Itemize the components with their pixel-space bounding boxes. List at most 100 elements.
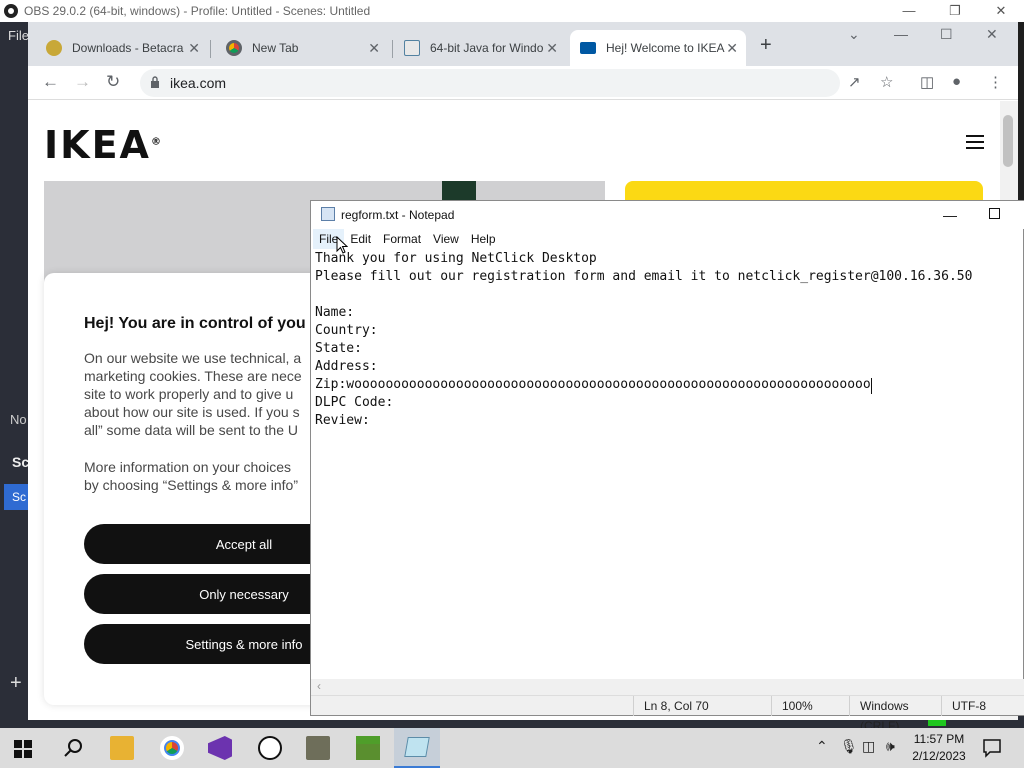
clock-time: 11:57 PM	[913, 732, 965, 746]
obs-scenes-heading: Sc	[12, 454, 30, 470]
cookie-text-line: about how our site is used. If you s	[84, 404, 300, 420]
notepad-title: regform.txt - Notepad	[341, 208, 455, 222]
browser-toolbar: ← → ↻ ikea.com ↗ ☆ ◫ ● ⋮	[28, 66, 1018, 100]
back-icon[interactable]: ←	[42, 72, 59, 92]
cookie-text-line: marketing cookies. These are nece	[84, 368, 302, 384]
tab-label: New Tab	[252, 41, 299, 55]
menu-format[interactable]: Format	[377, 229, 427, 249]
text-line: Thank you for using NetClick Desktop	[315, 251, 597, 266]
text-line: Please fill out our registration form an…	[315, 269, 973, 284]
scroll-left-icon[interactable]: ‹	[317, 679, 321, 693]
obs-title-bar: OBS 29.0.2 (64-bit, windows) - Profile: …	[0, 0, 1024, 22]
obs-partial-label: No	[10, 412, 27, 427]
menu-edit[interactable]: Edit	[344, 229, 377, 249]
obs-left-panel: File No Sc Sc +	[0, 22, 30, 722]
notifications-icon[interactable]	[982, 738, 1002, 758]
system-clock[interactable]: 11:57 PM 2/12/2023	[908, 731, 970, 765]
reload-icon[interactable]: ↻	[106, 72, 120, 92]
volume-icon[interactable]: 🕪	[886, 738, 895, 755]
minecraft-icon[interactable]	[356, 736, 380, 760]
url-text: ikea.com	[170, 75, 227, 91]
scrollbar-thumb[interactable]	[1003, 115, 1013, 167]
mouse-pointer-icon	[336, 236, 348, 254]
microphone-icon[interactable]: 🎙	[840, 738, 858, 755]
cookie-text-line: all” some data will be sent to the U	[84, 422, 298, 438]
tab-ikea[interactable]: Hej! Welcome to IKEA ✕	[570, 30, 746, 66]
notepad-minimize-button[interactable]: —	[943, 207, 957, 223]
tab-label: 64-bit Java for Windo	[430, 41, 544, 55]
status-line-ending: Windows (CRLF)	[849, 696, 941, 733]
text-line: State:	[315, 341, 362, 356]
notepad-taskbar-icon	[404, 737, 430, 757]
notepad-taskbar-button[interactable]	[394, 728, 440, 768]
close-tab-icon[interactable]: ✕	[188, 40, 200, 57]
obs-minimize-button[interactable]: —	[886, 0, 932, 22]
forward-icon[interactable]: →	[74, 72, 91, 92]
bookmark-star-icon[interactable]: ☆	[880, 73, 893, 91]
notepad-maximize-button[interactable]	[989, 208, 1000, 219]
chrome-taskbar-icon[interactable]	[160, 736, 184, 760]
clock-date: 2/12/2023	[912, 749, 966, 763]
taskbar: ⌃ 🎙 ◫ 🕪 11:57 PM 2/12/2023	[0, 728, 1024, 768]
betacraft-icon	[46, 40, 62, 56]
ikea-icon	[580, 42, 596, 54]
menu-view[interactable]: View	[427, 229, 465, 249]
status-position: Ln 8, Col 70	[633, 696, 771, 716]
obs-close-button[interactable]: ✕	[978, 0, 1024, 22]
obs-taskbar-icon[interactable]	[258, 736, 282, 760]
tab-java[interactable]: 64-bit Java for Windo ✕	[394, 30, 566, 66]
obs-window-title: OBS 29.0.2 (64-bit, windows) - Profile: …	[24, 4, 371, 18]
cookie-text-line: On our website we use technical, a	[84, 350, 302, 366]
more-menu-icon[interactable]: ⋮	[988, 73, 1003, 91]
chrome-maximize-button[interactable]: ☐	[940, 26, 953, 43]
cookie-text-line: More information on your choices	[84, 459, 291, 475]
status-zoom: 100%	[771, 696, 849, 716]
tab-betacraft[interactable]: Downloads - Betacra ✕	[36, 30, 208, 66]
chrome-icon	[226, 40, 242, 56]
obs-logo-icon	[4, 4, 18, 18]
show-hidden-icons-icon[interactable]: ⌃	[816, 738, 828, 755]
address-bar[interactable]: ikea.com	[140, 69, 840, 97]
notepad-icon	[321, 207, 335, 221]
tab-label: Hej! Welcome to IKEA	[606, 41, 725, 55]
windows-start-icon[interactable]	[14, 740, 32, 758]
ikea-logo[interactable]: IKEA®	[44, 123, 163, 167]
close-tab-icon[interactable]: ✕	[546, 40, 558, 57]
obs-menu-file[interactable]: File	[8, 28, 29, 43]
network-icon[interactable]: ◫	[862, 738, 875, 755]
file-explorer-icon[interactable]	[110, 736, 134, 760]
search-icon[interactable]	[62, 736, 86, 760]
text-caret	[870, 378, 872, 394]
menu-help[interactable]: Help	[465, 229, 502, 249]
profile-icon[interactable]: ●	[952, 73, 961, 90]
tab-new-tab[interactable]: New Tab ✕	[216, 30, 388, 66]
cookie-heading: Hej! You are in control of you	[84, 315, 306, 332]
text-line: Review:	[315, 413, 370, 428]
notepad-text-area[interactable]: Thank you for using NetClick Desktop Ple…	[311, 249, 1024, 679]
notepad-horizontal-scrollbar[interactable]: ‹	[311, 679, 1024, 695]
text-line: DLPC Code:	[315, 395, 394, 410]
obs-add-scene-icon[interactable]: +	[10, 672, 22, 695]
notepad-title-bar[interactable]: regform.txt - Notepad —	[311, 201, 1024, 229]
text-line: Country:	[315, 323, 378, 338]
share-icon[interactable]: ↗	[848, 73, 861, 91]
visual-studio-icon[interactable]	[208, 736, 232, 760]
chrome-close-button[interactable]: ✕	[986, 26, 998, 43]
obs-scene-item[interactable]: Sc	[4, 484, 28, 510]
lock-icon	[151, 76, 159, 88]
obs-restore-button[interactable]: ❐	[932, 0, 978, 22]
chrome-minimize-button[interactable]: —	[894, 26, 908, 42]
tab-search-icon[interactable]: ⌄	[848, 26, 860, 43]
close-tab-icon[interactable]: ✕	[368, 40, 380, 57]
cookie-text-line: by choosing “Settings & more info”	[84, 477, 298, 493]
text-line: Name:	[315, 305, 355, 320]
hamburger-menu-icon[interactable]	[966, 135, 984, 149]
new-tab-icon[interactable]: +	[760, 34, 772, 57]
tab-strip: Downloads - Betacra ✕ New Tab ✕ 64-bit J…	[28, 22, 1018, 66]
text-line: Zip:wooooooooooooooooooooooooooooooooooo…	[315, 377, 871, 392]
game-app-icon[interactable]	[306, 736, 330, 760]
close-tab-icon[interactable]: ✕	[726, 40, 738, 57]
side-panel-icon[interactable]: ◫	[920, 73, 934, 91]
notepad-status-bar: Ln 8, Col 70 100% Windows (CRLF) UTF-8	[311, 695, 1024, 733]
notepad-window: regform.txt - Notepad — File Edit Format…	[310, 200, 1024, 733]
